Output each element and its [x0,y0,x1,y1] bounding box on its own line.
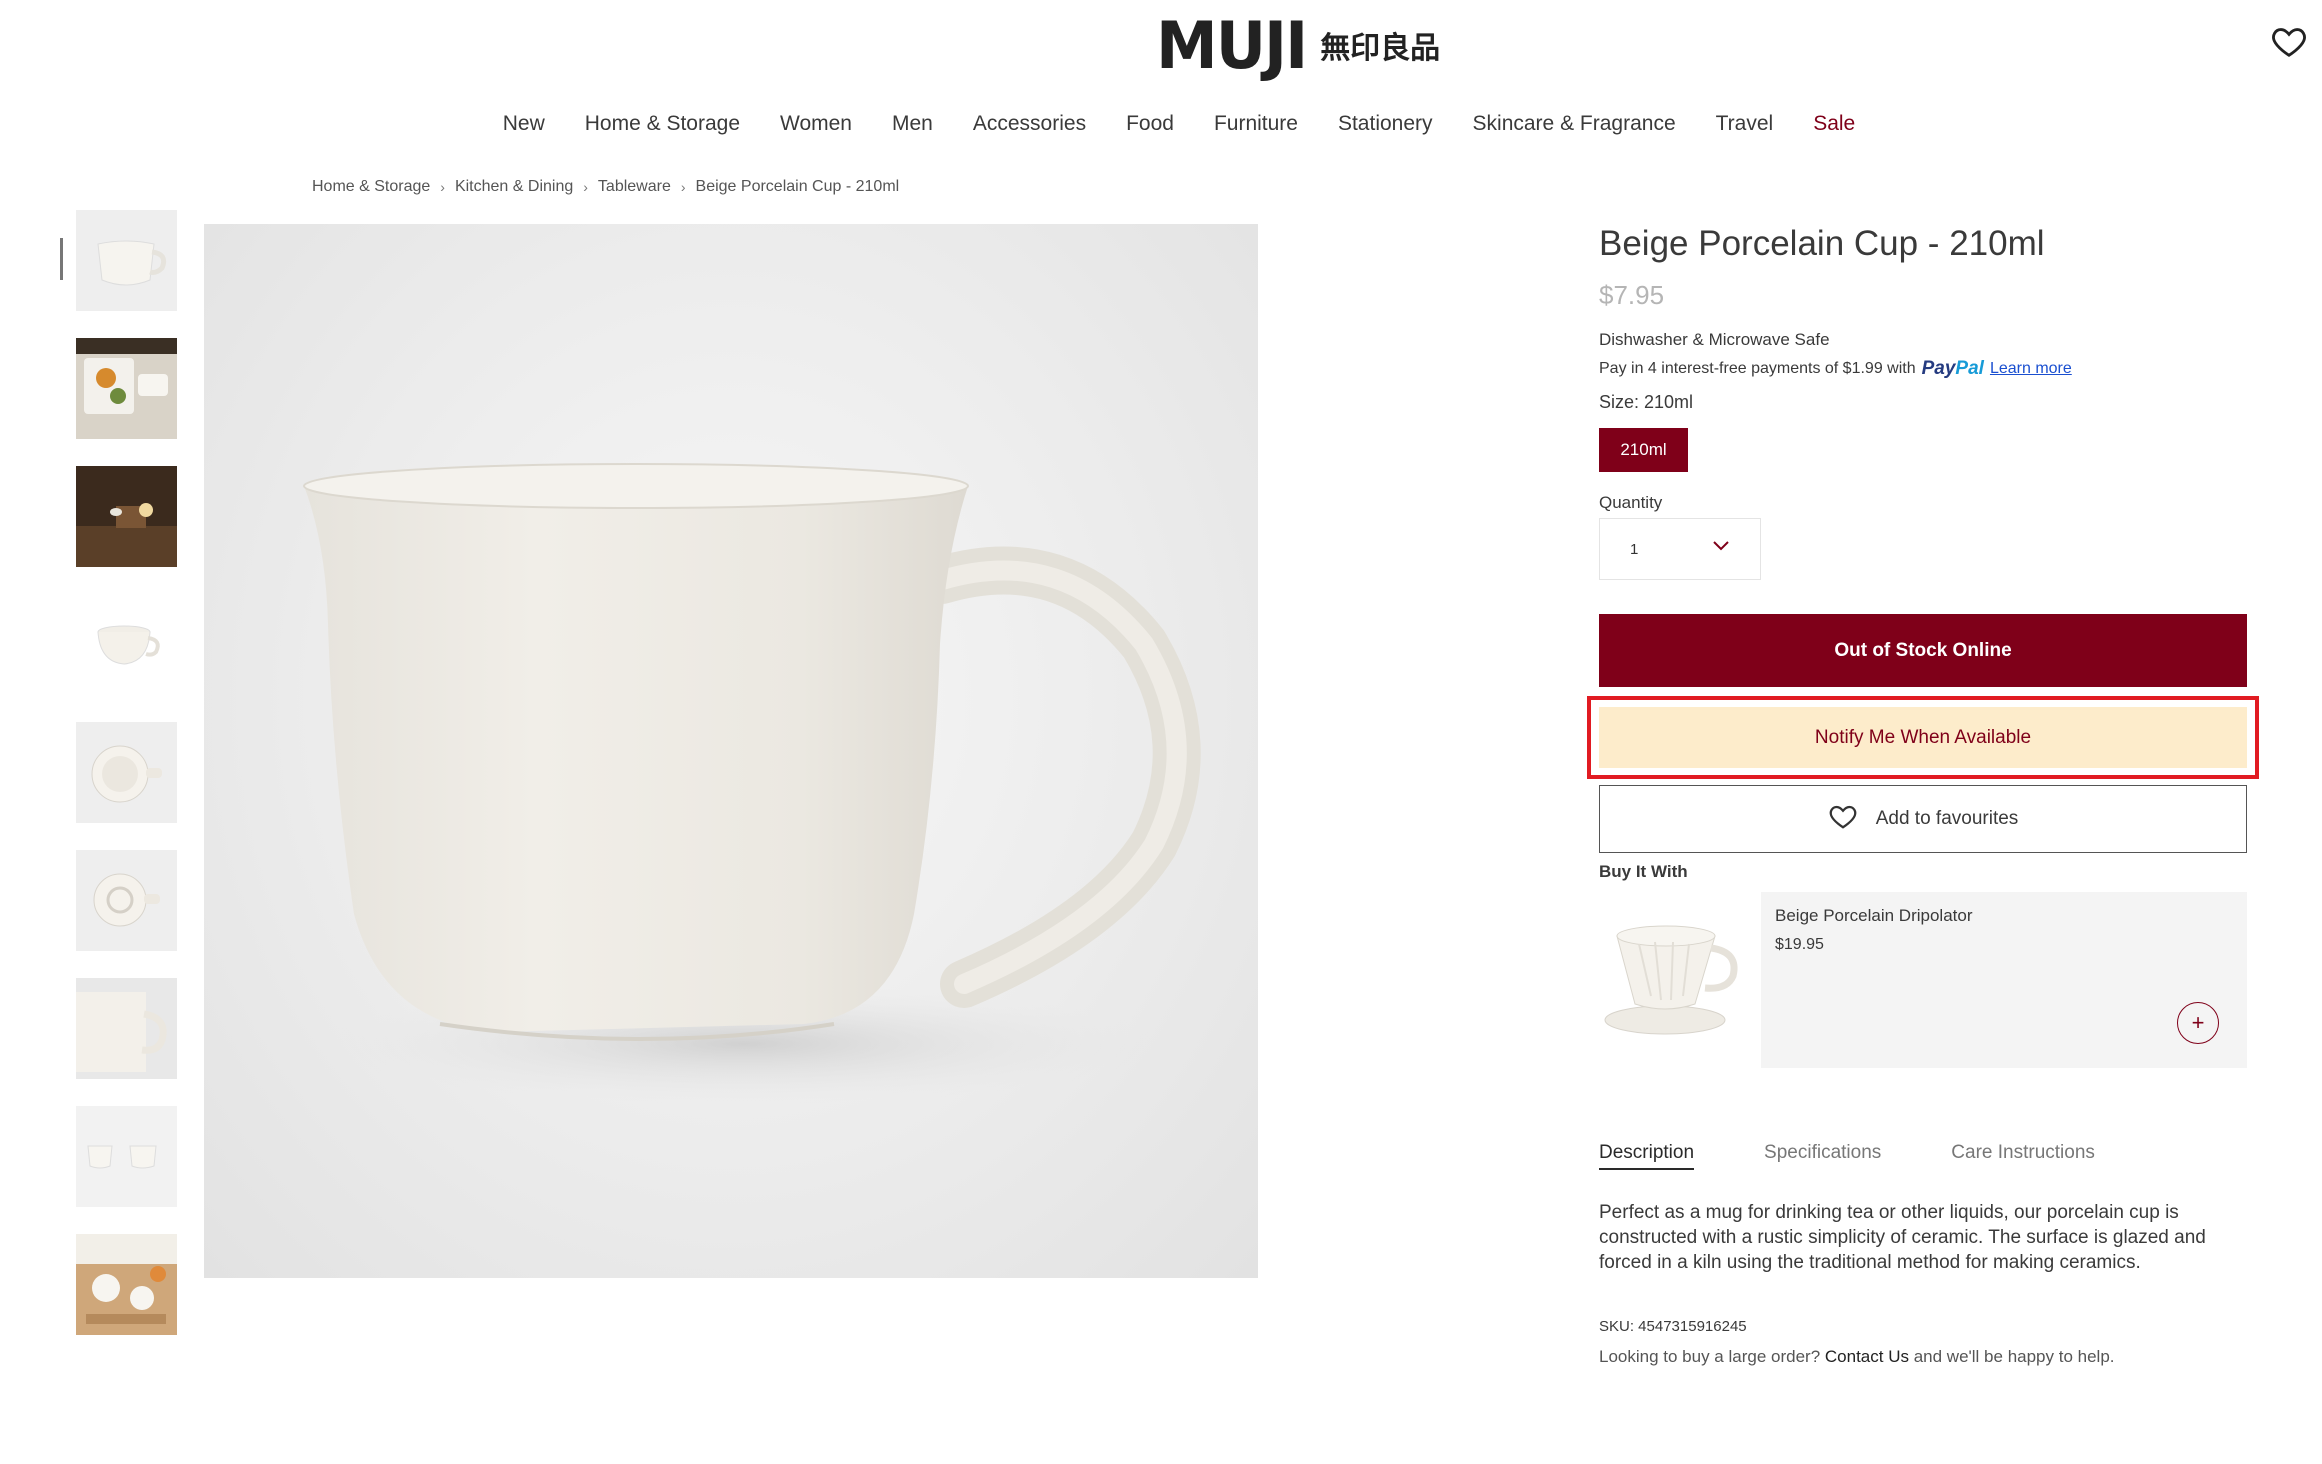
breadcrumb-home-storage[interactable]: Home & Storage [312,178,430,196]
product-description: Perfect as a mug for drinking tea or oth… [1599,1202,2206,1273]
add-to-favourites-label: Add to favourites [1875,808,2019,829]
product-title: Beige Porcelain Cup - 210ml [1599,224,2045,263]
nav-travel[interactable]: Travel [1716,112,1774,136]
nav-sale[interactable]: Sale [1813,112,1855,136]
thumbnail-cup-angle[interactable] [76,594,177,695]
buy-it-with-price: $19.95 [1775,936,1824,953]
muji-logo[interactable]: MUJI 無印良品 [1156,7,1441,84]
buy-it-with-label: Buy It With [1599,862,1688,881]
product-info-tabs: Description Specifications Care Instruct… [1599,1142,2095,1170]
quantity-value: 1 [1630,540,1639,558]
bulk-order-text-end: and we'll be happy to help. [1913,1347,2115,1366]
nav-men[interactable]: Men [892,112,933,136]
nav-new[interactable]: New [503,112,545,136]
bulk-order-note: Looking to buy a large order? Contact Us… [1599,1347,2115,1367]
out-of-stock-button[interactable]: Out of Stock Online [1599,614,2247,687]
bulk-order-text: Looking to buy a large order? [1599,1347,1821,1366]
size-label: Size: 210ml [1599,392,1694,412]
nav-furniture[interactable]: Furniture [1214,112,1298,136]
paypal-brand-pal: Pal [1955,358,1984,379]
product-feature: Dishwasher & Microwave Safe [1599,330,1830,349]
contact-us-link[interactable]: Contact Us [1825,1347,1909,1366]
breadcrumb-separator: › [680,179,686,195]
paypal-installments: Pay in 4 interest-free payments of $1.99… [1599,358,2072,380]
tab-description[interactable]: Description [1599,1142,1695,1170]
thumbnail-cup-dark-room[interactable] [76,466,177,567]
paypal-learn-more-link[interactable]: Learn more [1990,360,2072,378]
add-to-favourites-button[interactable]: Add to favourites [1599,785,2247,853]
breadcrumb-kitchen-dining[interactable]: Kitchen & Dining [455,178,573,196]
thumbnail-two-cups[interactable] [76,1106,177,1207]
nav-accessories[interactable]: Accessories [973,112,1086,136]
thumbnail-selected-indicator [60,238,63,280]
breadcrumb-current: Beige Porcelain Cup - 210ml [695,178,900,195]
paypal-text: Pay in 4 interest-free payments of $1.99… [1599,360,1916,377]
logo-wordmark: MUJI [1156,6,1308,84]
quantity-select[interactable]: 1 [1599,518,1761,580]
product-price: $7.95 [1599,280,1665,310]
logo-kanji: 無印良品 [1320,31,1441,66]
breadcrumb-tableware[interactable]: Tableware [598,178,671,196]
thumbnail-cup-bottom[interactable] [76,850,177,951]
nav-home-storage[interactable]: Home & Storage [585,112,740,136]
size-option-210ml[interactable]: 210ml [1599,428,1688,472]
tab-care-instructions[interactable]: Care Instructions [1951,1142,2095,1170]
thumbnail-cup-side[interactable] [76,210,177,311]
add-bundle-plus-button[interactable]: + [2177,1002,2219,1044]
thumbnail-cup-handle[interactable] [76,978,177,1079]
notify-me-button[interactable]: Notify Me When Available [1599,707,2247,768]
nav-women[interactable]: Women [780,112,852,136]
thumbnail-list [76,210,177,1362]
tab-specifications[interactable]: Specifications [1764,1142,1881,1170]
chevron-down-icon [1712,539,1730,556]
thumbnail-cup-top[interactable] [76,722,177,823]
product-sku: SKU: 4547315916245 [1599,1318,1747,1335]
breadcrumb-separator: › [440,179,445,195]
header-favourites-heart-icon[interactable] [2270,22,2308,60]
thumbnail-breakfast-table[interactable] [76,338,177,439]
quantity-label: Quantity [1599,493,1663,512]
paypal-logo: PayPal [1922,358,1984,380]
main-product-image[interactable] [204,224,1258,1278]
nav-skincare-fragrance[interactable]: Skincare & Fragrance [1473,112,1676,136]
heart-icon [1828,802,1858,836]
breadcrumb: Home & Storage › Kitchen & Dining › Tabl… [312,178,899,196]
main-nav: New Home & Storage Women Men Accessories… [0,112,2322,136]
buy-it-with-card[interactable]: Beige Porcelain Dripolator $19.95 + [1761,892,2247,1068]
nav-food[interactable]: Food [1126,112,1174,136]
buy-it-with-name: Beige Porcelain Dripolator [1775,906,1973,925]
nav-stationery[interactable]: Stationery [1338,112,1433,136]
breadcrumb-separator: › [583,179,588,195]
paypal-brand-pay: Pay [1921,358,1956,379]
dripolator-image[interactable] [1599,892,1749,1068]
thumbnail-table-setting[interactable] [76,1234,177,1335]
